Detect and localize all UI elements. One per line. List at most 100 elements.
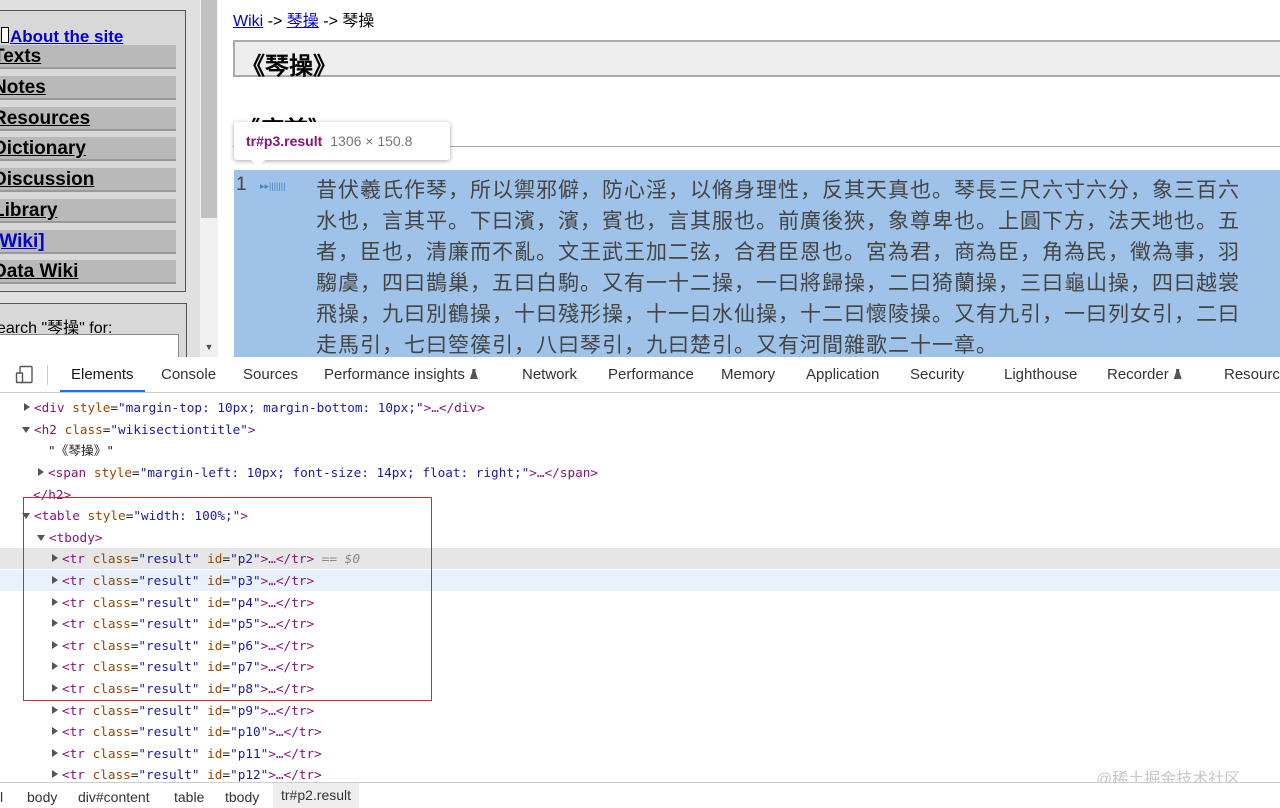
dom-node-tr-p6[interactable]: <tr class="result" id="p6">…</tr> xyxy=(0,635,1280,656)
tab-resources[interactable]: Resources xyxy=(1224,357,1280,392)
tab-security[interactable]: Security xyxy=(910,357,964,392)
collapse-arrow-icon[interactable] xyxy=(22,513,30,519)
search-input[interactable] xyxy=(0,334,179,357)
tab-application[interactable]: Application xyxy=(806,357,879,392)
crumb-tbody[interactable]: tbody xyxy=(225,789,259,805)
attr-value: "p6" xyxy=(230,638,261,653)
collapse-arrow-icon[interactable] xyxy=(22,427,30,433)
tab-network[interactable]: Network xyxy=(522,357,577,392)
collapse-arrow-icon[interactable] xyxy=(37,535,45,541)
expand-arrow-icon[interactable] xyxy=(52,727,58,735)
tab-label: Performance insights xyxy=(324,366,465,383)
nav-item-dictionary[interactable]: Dictionary xyxy=(0,137,176,161)
sidebar: About the site Texts Notes Resources Dic… xyxy=(0,0,200,357)
tab-memory[interactable]: Memory xyxy=(721,357,775,392)
expand-arrow-icon[interactable] xyxy=(38,468,44,476)
dom-node-tr-p2[interactable]: <tr class="result" id="p2">…</tr> == $0 xyxy=(0,548,1280,569)
dom-node-tr-p7[interactable]: <tr class="result" id="p7">…</tr> xyxy=(0,656,1280,677)
attr-name: id xyxy=(207,659,223,674)
tag-name: <tr xyxy=(62,703,93,718)
attr-value: "p8" xyxy=(230,681,261,696)
tag-name: <h2 xyxy=(34,422,65,437)
dom-close-h2[interactable]: </h2> xyxy=(0,484,1280,505)
tag-name: <tr xyxy=(62,616,93,631)
dom-text-node[interactable]: "《琴操》" xyxy=(0,440,1280,461)
tag-name: <span xyxy=(48,465,94,480)
tab-performance[interactable]: Performance xyxy=(608,357,694,392)
dom-node-tbody[interactable]: <tbody> xyxy=(0,527,1280,548)
dom-node-tr-p3[interactable]: <tr class="result" id="p3">…</tr> xyxy=(0,570,1280,591)
dom-node-tr-p9[interactable]: <tr class="result" id="p9">…</tr> xyxy=(0,700,1280,721)
experiment-flask-icon xyxy=(469,369,478,379)
row-number: 1 xyxy=(236,174,247,195)
attr-value: "result" xyxy=(138,703,200,718)
tag-close: >…</tr> xyxy=(260,616,315,631)
expand-arrow-icon[interactable] xyxy=(52,576,58,584)
attr-value: "result" xyxy=(138,746,200,761)
expand-arrow-icon[interactable] xyxy=(52,770,58,778)
dom-node-h2[interactable]: <h2 class="wikisectiontitle"> xyxy=(0,419,1280,440)
nav-item-notes[interactable]: Notes xyxy=(0,76,176,100)
dom-node-table[interactable]: <table style="width: 100%;"> xyxy=(0,505,1280,526)
selected-marker: == $0 xyxy=(314,551,360,566)
crumb-html[interactable]: l xyxy=(0,789,3,805)
device-toolbar-icon[interactable] xyxy=(15,365,34,384)
attr-name: class xyxy=(64,422,103,437)
dom-node-tr-p8[interactable]: <tr class="result" id="p8">…</tr> xyxy=(0,678,1280,699)
nav-item-data-wiki[interactable]: Data Wiki xyxy=(0,260,176,284)
attr-name: id xyxy=(207,746,223,761)
attr-value: "result" xyxy=(138,681,200,696)
dom-node-tr-p5[interactable]: <tr class="result" id="p5">…</tr> xyxy=(0,613,1280,634)
attr-name: id xyxy=(207,681,223,696)
tab-console[interactable]: Console xyxy=(161,357,216,392)
devtools-tab-bar: Elements Console Sources Performance ins… xyxy=(0,357,1280,393)
scroll-down-arrow-icon[interactable]: ▼ xyxy=(200,339,218,355)
tag-name: <tr xyxy=(62,573,93,588)
expand-arrow-icon[interactable] xyxy=(52,662,58,670)
tag-name: <tr xyxy=(62,659,93,674)
tab-recorder[interactable]: Recorder xyxy=(1107,357,1182,392)
expand-arrow-icon[interactable] xyxy=(52,554,58,562)
tab-lighthouse[interactable]: Lighthouse xyxy=(1004,357,1077,392)
breadcrumb-book-link[interactable]: 琴操 xyxy=(287,13,319,30)
tag-close: </h2> xyxy=(33,487,72,502)
tag-close: >…</tr> xyxy=(260,638,315,653)
attr-value: "p10" xyxy=(230,724,269,739)
about-site-link[interactable]: About the site xyxy=(1,27,123,47)
expand-arrow-icon[interactable] xyxy=(52,598,58,606)
dom-node-div[interactable]: <div style="margin-top: 10px; margin-bot… xyxy=(0,397,1280,418)
scrollbar-thumb[interactable] xyxy=(201,0,217,218)
attr-name: id xyxy=(207,638,223,653)
expand-arrow-icon[interactable] xyxy=(52,641,58,649)
tab-label: Recorder xyxy=(1107,366,1169,383)
tab-performance-insights[interactable]: Performance insights xyxy=(324,357,478,392)
attr-value: "p5" xyxy=(230,616,261,631)
expand-arrow-icon[interactable] xyxy=(52,749,58,757)
expand-arrow-icon[interactable] xyxy=(24,403,30,411)
nav-item-discussion[interactable]: Discussion xyxy=(0,168,176,192)
dom-node-tr-p10[interactable]: <tr class="result" id="p10">…</tr> xyxy=(0,721,1280,742)
tag-name: <tr xyxy=(62,638,93,653)
breadcrumb-wiki-link[interactable]: Wiki xyxy=(233,13,263,30)
crumb-div-content[interactable]: div#content xyxy=(78,789,150,805)
nav-item-library[interactable]: Library xyxy=(0,199,176,223)
dom-node-span[interactable]: <span style="margin-left: 10px; font-siz… xyxy=(0,462,1280,483)
tab-elements[interactable]: Elements xyxy=(60,357,145,392)
nav-item-texts[interactable]: Texts xyxy=(0,45,176,69)
dom-node-tr-p4[interactable]: <tr class="result" id="p4">…</tr> xyxy=(0,592,1280,613)
crumb-body[interactable]: body xyxy=(27,789,57,805)
expand-arrow-icon[interactable] xyxy=(52,684,58,692)
nav-item-resources[interactable]: Resources xyxy=(0,107,176,131)
tab-sources[interactable]: Sources xyxy=(243,357,298,392)
row-tools-icon[interactable]: ▸▸||||||| xyxy=(260,180,300,192)
attr-name: class xyxy=(92,638,131,653)
crumb-tr-p2[interactable]: tr#p2.result xyxy=(273,783,360,808)
expand-arrow-icon[interactable] xyxy=(52,619,58,627)
crumb-table[interactable]: table xyxy=(174,789,204,805)
dom-node-tr-p11[interactable]: <tr class="result" id="p11">…</tr> xyxy=(0,743,1280,764)
expand-arrow-icon[interactable] xyxy=(52,706,58,714)
nav-item-wiki[interactable]: [Wiki] xyxy=(0,230,176,254)
tab-divider xyxy=(47,365,48,385)
dom-node-tr-p12[interactable]: <tr class="result" id="p12">…</tr> xyxy=(0,764,1280,782)
tag-close: >…</tr> xyxy=(268,767,322,782)
